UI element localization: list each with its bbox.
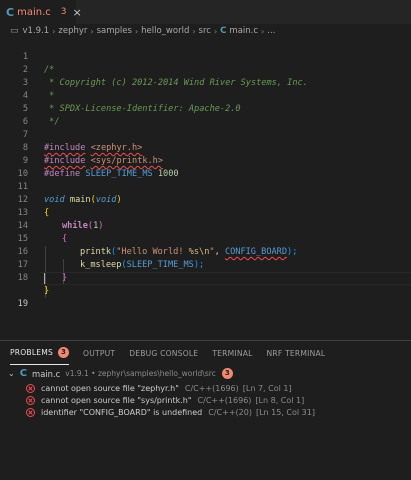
breadcrumb: ▭ v1.9.1 › zephyr › samples › hello_worl… bbox=[0, 24, 411, 38]
chevron-right-icon: › bbox=[192, 26, 196, 36]
code-text: } bbox=[44, 286, 50, 296]
error-icon bbox=[26, 407, 35, 417]
close-icon[interactable]: × bbox=[72, 6, 81, 19]
tab-label: main.c bbox=[17, 6, 51, 18]
chevron-down-icon[interactable]: ⌄ bbox=[8, 369, 15, 378]
bottom-panel: PROBLEMS 3 OUTPUT DEBUG CONSOLE TERMINAL… bbox=[0, 340, 411, 480]
code-line[interactable]: 17 } bbox=[0, 246, 411, 283]
error-icon bbox=[26, 383, 35, 393]
breadcrumb-item[interactable]: hello_world bbox=[141, 26, 189, 36]
tab-problem-count: 3 bbox=[60, 7, 67, 17]
code-line[interactable]: 14 { bbox=[0, 207, 411, 244]
problem-source: C/C++(1696) bbox=[184, 383, 239, 393]
code-line[interactable]: 1 /* bbox=[0, 38, 411, 75]
tab-debug-console[interactable]: DEBUG CONSOLE bbox=[129, 341, 198, 365]
c-language-icon: C bbox=[220, 26, 227, 36]
code-line-current[interactable]: 19 bbox=[0, 272, 411, 309]
tab-nrf-terminal[interactable]: NRF TERMINAL bbox=[267, 341, 326, 365]
current-line-highlight bbox=[40, 272, 411, 285]
code-line[interactable]: 4 * SPDX-License-Identifier: Apache-2.0 bbox=[0, 77, 411, 114]
problems-count-badge: 3 bbox=[58, 347, 70, 358]
code-line[interactable]: 13 while(1) bbox=[0, 194, 411, 231]
problem-item[interactable]: cannot open source file "zephyr.h" C/C++… bbox=[0, 382, 411, 394]
code-line[interactable]: 16 k_msleep(SLEEP_TIME_MS); bbox=[0, 233, 411, 270]
code-line[interactable]: 9 #define SLEEP_TIME_MS 1000 bbox=[0, 142, 411, 179]
breadcrumb-file[interactable]: main.c bbox=[229, 26, 258, 36]
tab-terminal[interactable]: TERMINAL bbox=[212, 341, 252, 365]
code-line[interactable]: 3 * bbox=[0, 64, 411, 101]
problem-item[interactable]: identifier "CONFIG_BOARD" is undefined C… bbox=[0, 406, 411, 418]
problem-source: C/C++(20) bbox=[208, 407, 252, 417]
c-language-icon: C bbox=[19, 368, 28, 379]
breadcrumb-item[interactable]: samples bbox=[97, 26, 132, 36]
chevron-right-icon: › bbox=[261, 26, 265, 36]
problem-file-name: main.c bbox=[32, 368, 61, 379]
c-language-icon: C bbox=[6, 5, 15, 19]
code-line[interactable]: 12 { bbox=[0, 181, 411, 218]
breadcrumb-item[interactable]: src bbox=[199, 26, 211, 36]
file-problem-count-badge: 3 bbox=[221, 368, 233, 379]
panel-tab-bar: PROBLEMS 3 OUTPUT DEBUG CONSOLE TERMINAL… bbox=[0, 341, 411, 365]
code-line[interactable]: 2 * Copyright (c) 2012-2014 Wind River S… bbox=[0, 51, 411, 88]
problem-file-path: v1.9.1 • zephyr\samples\hello_world\src bbox=[65, 369, 216, 378]
problem-source: C/C++(1696) bbox=[197, 395, 252, 405]
tab-output[interactable]: OUTPUT bbox=[83, 341, 115, 365]
chevron-right-icon: › bbox=[213, 26, 218, 36]
chevron-right-icon: › bbox=[90, 26, 94, 36]
code-line[interactable]: 18 } bbox=[0, 259, 411, 296]
editor-tab-bar: C main.c 3 × bbox=[0, 0, 411, 24]
problems-file-group[interactable]: ⌄ C main.c v1.9.1 • zephyr\samples\hello… bbox=[0, 367, 411, 380]
code-line[interactable]: 5 */ bbox=[0, 90, 411, 127]
chevron-right-icon: › bbox=[52, 26, 56, 36]
text-cursor bbox=[44, 273, 45, 284]
code-line[interactable]: 11 void main(void) bbox=[0, 168, 411, 205]
tab-problems[interactable]: PROBLEMS 3 bbox=[10, 341, 70, 365]
code-line[interactable]: 15 printk("Hello World! %s\n", CONFIG_BO… bbox=[0, 220, 411, 257]
code-line[interactable]: 6 bbox=[0, 103, 411, 127]
line-number: 19 bbox=[17, 299, 28, 309]
tab-main-c[interactable]: C main.c 3 × bbox=[0, 0, 82, 24]
problem-item[interactable]: cannot open source file "sys/printk.h" C… bbox=[0, 394, 411, 406]
problem-location: [Ln 7, Col 1] bbox=[242, 383, 292, 393]
folder-icon: ▭ bbox=[10, 26, 19, 36]
breadcrumb-more[interactable]: ... bbox=[267, 26, 275, 36]
problem-location: [Ln 8, Col 1] bbox=[255, 395, 305, 405]
problem-location: [Ln 15, Col 31] bbox=[255, 407, 315, 417]
code-line[interactable]: 8 #include <sys/printk.h> bbox=[0, 129, 411, 166]
error-icon bbox=[26, 395, 35, 405]
problem-message: cannot open source file "sys/printk.h" bbox=[41, 395, 192, 405]
breadcrumb-item[interactable]: v1.9.1 bbox=[23, 26, 50, 36]
code-line[interactable]: 7 #include <zephyr.h> bbox=[0, 116, 411, 153]
code-line[interactable]: 10 bbox=[0, 155, 411, 179]
breadcrumb-item[interactable]: zephyr bbox=[58, 26, 87, 36]
code-editor[interactable]: 1 /* 2 * Copyright (c) 2012-2014 Wind Ri… bbox=[0, 38, 411, 338]
problem-message: cannot open source file "zephyr.h" bbox=[41, 383, 179, 393]
chevron-right-icon: › bbox=[134, 26, 139, 36]
problem-message: identifier "CONFIG_BOARD" is undefined bbox=[41, 407, 203, 417]
